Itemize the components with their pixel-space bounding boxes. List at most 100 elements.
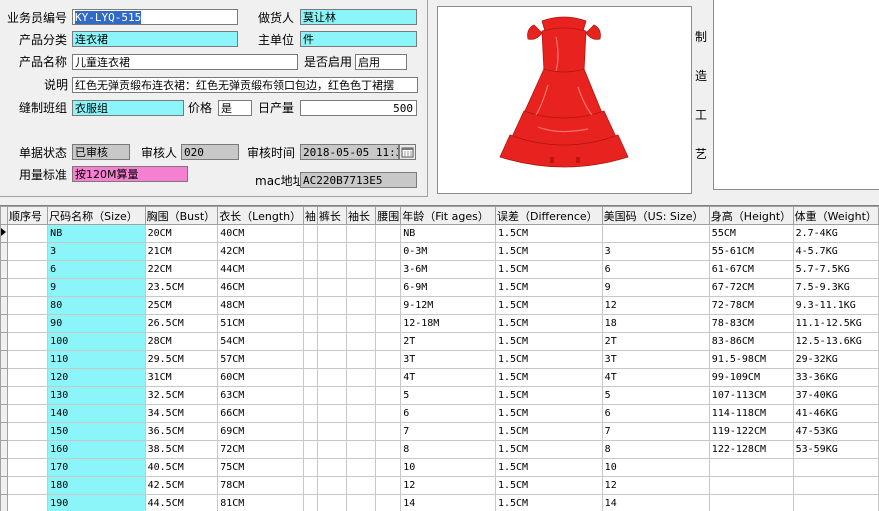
table-cell[interactable]: 69CM: [218, 423, 304, 441]
table-cell[interactable]: 1.5CM: [495, 225, 602, 243]
table-cell[interactable]: [347, 351, 376, 369]
column-header[interactable]: 年龄（Fit ages）: [401, 207, 496, 225]
table-cell[interactable]: 130: [48, 387, 145, 405]
table-cell[interactable]: 18: [602, 315, 709, 333]
table-cell[interactable]: 6: [48, 261, 145, 279]
category-field[interactable]: 连衣裙: [72, 31, 238, 47]
table-cell[interactable]: 1.5CM: [495, 261, 602, 279]
table-cell[interactable]: 8: [602, 441, 709, 459]
table-cell[interactable]: 150: [48, 423, 145, 441]
table-cell[interactable]: 6: [401, 405, 496, 423]
table-cell[interactable]: [376, 279, 401, 297]
table-cell[interactable]: 4-5.7KG: [793, 243, 878, 261]
row-indicator[interactable]: [1, 423, 8, 441]
table-cell[interactable]: [347, 477, 376, 495]
table-cell[interactable]: [8, 351, 48, 369]
table-cell[interactable]: [347, 261, 376, 279]
table-cell[interactable]: [303, 279, 317, 297]
table-cell[interactable]: 180: [48, 477, 145, 495]
row-indicator[interactable]: [1, 351, 8, 369]
table-cell[interactable]: 12: [401, 477, 496, 495]
table-cell[interactable]: 29-32KG: [793, 351, 878, 369]
row-indicator[interactable]: [1, 459, 8, 477]
table-cell[interactable]: 1.5CM: [495, 387, 602, 405]
table-cell[interactable]: 55-61CM: [709, 243, 793, 261]
table-cell[interactable]: 40.5CM: [145, 459, 218, 477]
table-row[interactable]: 622CM44CM3-6M1.5CM661-67CM5.7-7.5KG: [1, 261, 879, 279]
table-cell[interactable]: 46CM: [218, 279, 304, 297]
table-cell[interactable]: [376, 405, 401, 423]
table-cell[interactable]: [317, 315, 346, 333]
table-cell[interactable]: [376, 315, 401, 333]
table-cell[interactable]: 7: [401, 423, 496, 441]
table-cell[interactable]: 48CM: [218, 297, 304, 315]
mac-field[interactable]: AC220B7713E5: [300, 172, 417, 188]
calendar-icon[interactable]: [399, 144, 416, 160]
table-cell[interactable]: 1.5CM: [495, 369, 602, 387]
table-cell[interactable]: [303, 351, 317, 369]
table-cell[interactable]: [303, 387, 317, 405]
table-cell[interactable]: 100: [48, 333, 145, 351]
table-cell[interactable]: [317, 297, 346, 315]
table-cell[interactable]: 90: [48, 315, 145, 333]
table-cell[interactable]: 12.5-13.6KG: [793, 333, 878, 351]
row-indicator[interactable]: [1, 369, 8, 387]
table-cell[interactable]: 33-36KG: [793, 369, 878, 387]
table-cell[interactable]: [602, 225, 709, 243]
table-cell[interactable]: [8, 243, 48, 261]
table-cell[interactable]: [317, 423, 346, 441]
table-row[interactable]: 8025CM48CM9-12M1.5CM1272-78CM9.3-11.1KG: [1, 297, 879, 315]
table-cell[interactable]: 36.5CM: [145, 423, 218, 441]
table-cell[interactable]: 99-109CM: [709, 369, 793, 387]
table-row[interactable]: NB20CM40CMNB1.5CM55CM2.7-4KG: [1, 225, 879, 243]
table-cell[interactable]: [8, 297, 48, 315]
table-cell[interactable]: 5: [401, 387, 496, 405]
table-cell[interactable]: [8, 333, 48, 351]
table-cell[interactable]: 42.5CM: [145, 477, 218, 495]
table-cell[interactable]: [347, 387, 376, 405]
table-cell[interactable]: [376, 459, 401, 477]
column-header[interactable]: 腰围: [376, 207, 401, 225]
table-cell[interactable]: 28CM: [145, 333, 218, 351]
table-cell[interactable]: 42CM: [218, 243, 304, 261]
table-cell[interactable]: 190: [48, 495, 145, 511]
table-cell[interactable]: [376, 261, 401, 279]
row-indicator[interactable]: [1, 261, 8, 279]
table-cell[interactable]: 44CM: [218, 261, 304, 279]
table-cell[interactable]: 4T: [401, 369, 496, 387]
table-cell[interactable]: 2.7-4KG: [793, 225, 878, 243]
table-cell[interactable]: [317, 351, 346, 369]
table-cell[interactable]: [8, 423, 48, 441]
table-cell[interactable]: [317, 333, 346, 351]
audit-time-field[interactable]: 2018-05-05 11:3: [300, 144, 399, 160]
table-cell[interactable]: [303, 495, 317, 511]
table-cell[interactable]: 9-12M: [401, 297, 496, 315]
craft-area[interactable]: [713, 0, 879, 190]
row-indicator[interactable]: [1, 477, 8, 495]
table-cell[interactable]: NB: [401, 225, 496, 243]
table-cell[interactable]: 20CM: [145, 225, 218, 243]
table-cell[interactable]: [317, 243, 346, 261]
table-cell[interactable]: 1.5CM: [495, 351, 602, 369]
table-cell[interactable]: 1.5CM: [495, 315, 602, 333]
material-field[interactable]: 按120M算量: [72, 166, 188, 182]
table-cell[interactable]: [317, 279, 346, 297]
table-cell[interactable]: [303, 423, 317, 441]
table-cell[interactable]: [317, 441, 346, 459]
table-cell[interactable]: 14: [602, 495, 709, 511]
table-cell[interactable]: 51CM: [218, 315, 304, 333]
unit-field[interactable]: 件: [300, 31, 417, 47]
table-row[interactable]: 14034.5CM66CM61.5CM6114-118CM41-46KG: [1, 405, 879, 423]
table-row[interactable]: 11029.5CM57CM3T1.5CM3T91.5-98CM29-32KG: [1, 351, 879, 369]
table-cell[interactable]: 38.5CM: [145, 441, 218, 459]
table-cell[interactable]: 23.5CM: [145, 279, 218, 297]
table-cell[interactable]: 14: [401, 495, 496, 511]
row-indicator[interactable]: [1, 495, 8, 511]
table-cell[interactable]: [347, 459, 376, 477]
table-cell[interactable]: 81CM: [218, 495, 304, 511]
row-indicator[interactable]: [1, 387, 8, 405]
table-cell[interactable]: 34.5CM: [145, 405, 218, 423]
table-cell[interactable]: 40CM: [218, 225, 304, 243]
table-cell[interactable]: [376, 387, 401, 405]
table-cell[interactable]: 107-113CM: [709, 387, 793, 405]
